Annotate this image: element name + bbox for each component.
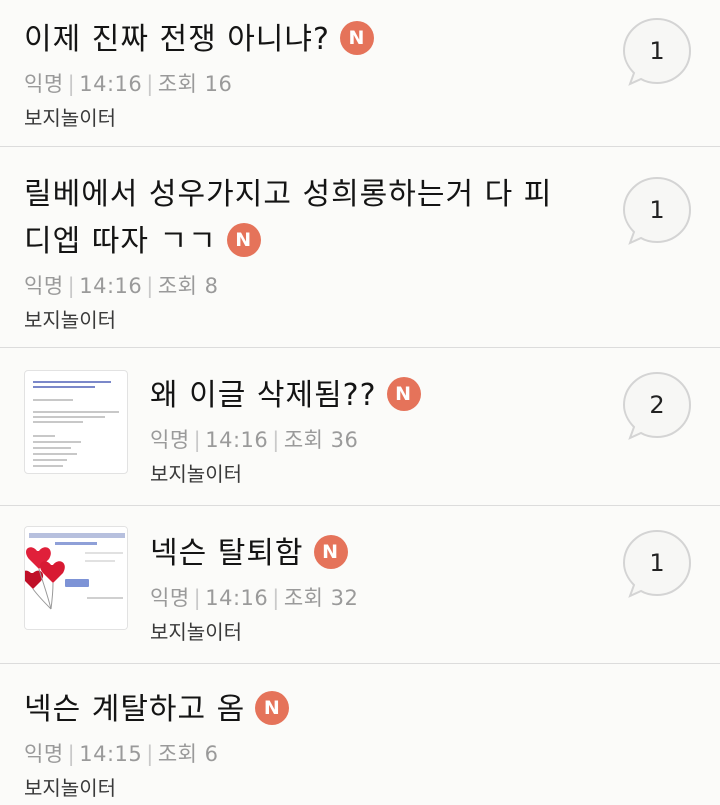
comment-count: 1 — [649, 196, 665, 224]
views-label: 조회 — [283, 428, 324, 452]
thumbnail-text-line — [33, 459, 67, 461]
post-title-text[interactable]: 왜 이글 삭제됨?? — [150, 378, 377, 413]
post-title[interactable]: 왜 이글 삭제됨?? N — [150, 372, 580, 419]
comment-count: 1 — [649, 37, 665, 65]
post-item[interactable]: 넥슨 계탈하고 옴N 익명 | 14:15 | 조회 6 보지놀이터 — [0, 664, 720, 805]
post-title-text[interactable]: 넥슨 탈퇴함 — [150, 536, 304, 571]
post-time: 14:15 — [79, 742, 143, 766]
comment-count-bubble[interactable]: 1 — [622, 175, 696, 249]
thumbnail-link-line — [33, 386, 95, 388]
new-badge: N — [255, 690, 290, 725]
new-badge: N — [339, 20, 374, 55]
post-author: 익명 — [24, 274, 64, 298]
meta-divider: | — [146, 742, 154, 766]
post-content: 이제 진짜 전쟁 아니냐? N 익명 | 14:16 | 조회 16 보지놀이터 — [24, 16, 580, 133]
meta-divider: | — [146, 274, 154, 298]
post-item[interactable]: 넥슨 탈퇴함 N 익명 | 14:16 | 조회 32 보지놀이터 1 — [0, 506, 720, 664]
board-name[interactable]: 보지놀이터 — [150, 617, 580, 647]
post-meta: 익명 | 14:16 | 조회 8 — [24, 271, 580, 301]
post-content: 릴베에서 성우가지고 성희롱하는거 다 피디엡 따자 ㄱㄱ N 익명 | 14:16 |… — [24, 171, 580, 335]
post-meta: 익명 | 14:16 | 조회 16 — [24, 69, 580, 99]
thumbnail-text-line — [33, 421, 83, 423]
post-author: 익명 — [24, 742, 64, 766]
post-meta: 익명 | 14:16 | 조회 36 — [150, 425, 580, 455]
post-item[interactable]: 왜 이글 삭제됨?? N 익명 | 14:16 | 조회 36 보지놀이터 2 — [0, 348, 720, 506]
post-time: 14:16 — [79, 274, 143, 298]
comment-count-bubble[interactable]: 2 — [622, 370, 696, 444]
post-content: 왜 이글 삭제됨?? N 익명 | 14:16 | 조회 36 보지놀이터 — [150, 372, 580, 489]
board-name[interactable]: 보지놀이터 — [24, 773, 580, 803]
thumbnail-text-line — [33, 453, 77, 455]
post-list: 이제 진짜 전쟁 아니냐? N 익명 | 14:16 | 조회 16 보지놀이터 1 릴베… — [0, 0, 720, 805]
meta-divider: | — [67, 274, 76, 298]
board-name[interactable]: 보지놀이터 — [24, 103, 580, 133]
meta-divider: | — [67, 742, 76, 766]
thumbnail-link-line — [33, 381, 111, 383]
post-meta: 익명 | 14:16 | 조회 32 — [150, 583, 580, 613]
thumbnail-text-line — [33, 465, 63, 467]
thumbnail-text-line — [33, 411, 119, 413]
post-item[interactable]: 릴베에서 성우가지고 성희롱하는거 다 피디엡 따자 ㄱㄱ N 익명 | 14:16 |… — [0, 147, 720, 348]
views-label: 조회 — [157, 72, 198, 96]
thumbnail-text-line — [33, 399, 73, 401]
view-count: 36 — [330, 428, 359, 452]
post-content: 넥슨 탈퇴함 N 익명 | 14:16 | 조회 32 보지놀이터 — [150, 530, 580, 647]
new-badge: N — [226, 222, 261, 257]
thumbnail-text-line — [33, 441, 81, 443]
post-title[interactable]: 넥슨 계탈하고 옴 N — [24, 686, 580, 733]
new-badge: N — [313, 534, 348, 569]
board-name[interactable]: 보지놀이터 — [24, 305, 580, 335]
post-time: 14:16 — [205, 428, 269, 452]
thumbnail-text-line — [33, 416, 105, 418]
post-title[interactable]: 이제 진짜 전쟁 아니냐? N — [24, 16, 580, 63]
post-author: 익명 — [150, 586, 190, 610]
view-count: 32 — [330, 586, 359, 610]
views-label: 조회 — [157, 742, 198, 766]
board-name[interactable]: 보지놀이터 — [150, 459, 580, 489]
views-label: 조회 — [157, 274, 198, 298]
post-title-text[interactable]: 넥슨 계탈하고 옴 — [24, 692, 245, 727]
post-title[interactable]: 넥슨 탈퇴함 N — [150, 530, 580, 577]
view-count: 6 — [204, 742, 219, 766]
comment-count-bubble[interactable]: 1 — [622, 528, 696, 602]
meta-divider: | — [146, 72, 154, 96]
meta-divider: | — [272, 586, 280, 610]
post-time: 14:16 — [205, 586, 269, 610]
post-content: 넥슨 계탈하고 옴N 익명 | 14:15 | 조회 6 보지놀이터 — [24, 686, 580, 803]
post-item[interactable]: 이제 진짜 전쟁 아니냐? N 익명 | 14:16 | 조회 16 보지놀이터 1 — [0, 0, 720, 147]
view-count: 16 — [204, 72, 233, 96]
post-title-text[interactable]: 릴베에서 성우가지고 성희롱하는거 다 피디엡 따자 ㄱㄱ — [24, 177, 552, 259]
meta-divider: | — [193, 428, 202, 452]
view-count: 8 — [204, 274, 219, 298]
thumbnail-text-line — [33, 447, 71, 449]
thumbnail-text-line — [33, 435, 55, 437]
post-title[interactable]: 릴베에서 성우가지고 성희롱하는거 다 피디엡 따자 ㄱㄱ N — [24, 171, 580, 265]
comment-count: 2 — [649, 391, 665, 419]
post-time: 14:16 — [79, 72, 143, 96]
post-title-text[interactable]: 이제 진짜 전쟁 아니냐? — [24, 22, 330, 57]
post-thumbnail[interactable] — [24, 526, 128, 630]
meta-divider: | — [193, 586, 202, 610]
post-meta: 익명 | 14:15 | 조회 6 — [24, 739, 580, 769]
meta-divider: | — [67, 72, 76, 96]
meta-divider: | — [272, 428, 280, 452]
comment-count-bubble[interactable]: 1 — [622, 16, 696, 90]
post-thumbnail[interactable] — [24, 370, 128, 474]
views-label: 조회 — [283, 586, 324, 610]
post-author: 익명 — [24, 72, 64, 96]
post-author: 익명 — [150, 428, 190, 452]
comment-count: 1 — [649, 549, 665, 577]
new-badge: N — [386, 376, 421, 411]
heart-balloons-image — [25, 527, 127, 629]
